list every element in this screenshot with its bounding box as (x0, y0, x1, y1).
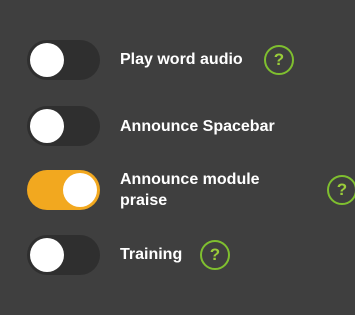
announce-spacebar-label: Announce Spacebar (120, 118, 275, 135)
announce-module-praise-toggle[interactable] (27, 170, 100, 210)
play-word-audio-toggle[interactable] (27, 40, 100, 80)
setting-row-play-word-audio: Play word audio ? (0, 40, 355, 80)
setting-row-training: Training ? (0, 235, 355, 275)
toggle-knob (30, 238, 64, 272)
setting-row-announce-module-praise: Announce module praise ? (0, 170, 357, 210)
play-word-audio-label: Play word audio (120, 51, 243, 68)
announce-spacebar-toggle[interactable] (27, 106, 100, 146)
setting-row-announce-spacebar: Announce Spacebar (0, 106, 355, 146)
window-edge (355, 0, 359, 315)
toggle-knob (63, 173, 97, 207)
training-label: Training (120, 246, 183, 263)
announce-module-praise-label: Announce module praise (120, 171, 260, 209)
toggle-knob (30, 43, 64, 77)
training-toggle[interactable] (27, 235, 100, 275)
question-circle-icon[interactable]: ? (200, 240, 230, 270)
question-circle-icon[interactable]: ? (327, 175, 357, 205)
question-circle-icon[interactable]: ? (264, 45, 294, 75)
toggle-knob (30, 109, 64, 143)
settings-panel: Play word audio ? Announce Spacebar Anno… (0, 0, 357, 315)
